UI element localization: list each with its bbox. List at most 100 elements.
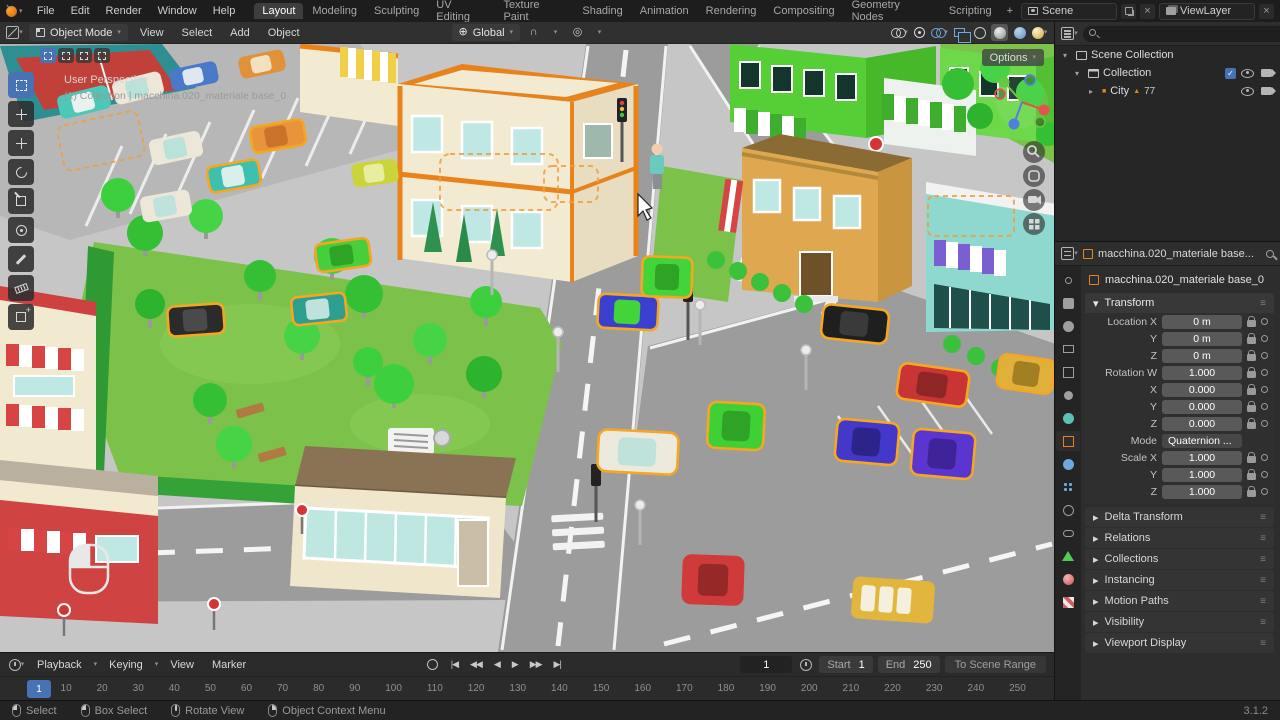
menu-tl-view[interactable]: View (164, 659, 200, 671)
lock-icon[interactable] (1247, 366, 1256, 378)
select-mode-invert-button[interactable] (94, 48, 110, 63)
outliner-row-city[interactable]: ■ City ▲ 77 (1055, 82, 1280, 100)
object-name-row[interactable]: macchina.020_materiale base_0 (1083, 270, 1276, 290)
jump-to-end-button[interactable]: ▶| (549, 658, 566, 671)
car-selected[interactable] (705, 400, 767, 452)
auto-keying-toggle[interactable] (426, 659, 438, 670)
scale-tool[interactable] (8, 188, 34, 214)
scene-selector[interactable]: Scene (1021, 2, 1117, 20)
keyframe-dot[interactable] (1261, 454, 1268, 461)
tab-viewlayer[interactable] (1056, 362, 1080, 382)
scene-copy-button[interactable] (1121, 3, 1136, 19)
select-box-tool[interactable] (8, 72, 34, 98)
disclosure-icon[interactable] (1063, 51, 1072, 60)
shading-rendered-button[interactable]: ▾ (1031, 24, 1048, 41)
move-tool[interactable] (8, 130, 34, 156)
value-field[interactable]: 0.000 (1162, 416, 1242, 431)
tab-search[interactable] (1056, 270, 1080, 290)
eye-icon[interactable] (1241, 86, 1254, 96)
shading-material-button[interactable] (1011, 24, 1028, 41)
keyframe-dot[interactable] (1261, 488, 1268, 495)
tab-modeling[interactable]: Modeling (304, 3, 365, 19)
tab-particles[interactable] (1056, 477, 1080, 497)
car-selected[interactable] (313, 236, 373, 274)
rotate-tool[interactable] (8, 159, 34, 185)
playback-sync-button[interactable] (797, 656, 814, 673)
building-bottom-left-red[interactable] (0, 460, 158, 624)
transform-panel-header[interactable]: Transform ≡ (1085, 293, 1274, 313)
zoom-button[interactable] (1023, 141, 1045, 163)
show-gizmo-toggle[interactable] (911, 24, 928, 41)
viewlayer-delete-button[interactable]: × (1259, 3, 1274, 19)
pin-icon[interactable] (1266, 249, 1274, 258)
car-selected[interactable] (640, 255, 694, 299)
tab-scripting[interactable]: Scripting (941, 3, 1000, 19)
lock-icon[interactable] (1247, 349, 1256, 361)
camera-view-button[interactable] (1023, 189, 1045, 211)
value-field[interactable]: 1.000 (1162, 467, 1242, 482)
perspective-toggle-button[interactable] (1023, 213, 1045, 235)
outliner-search-input[interactable] (1083, 25, 1280, 42)
car-selected[interactable] (289, 291, 349, 327)
value-field[interactable]: 0 m (1162, 331, 1242, 346)
keyframe-dot[interactable] (1261, 318, 1268, 325)
cursor-tool[interactable] (8, 101, 34, 127)
lock-icon[interactable] (1247, 468, 1256, 480)
options-dropdown[interactable]: Options ▾ (981, 49, 1044, 66)
xray-toggle[interactable] (951, 24, 971, 43)
value-field[interactable]: 0.000 (1162, 399, 1242, 414)
lock-icon[interactable] (1247, 451, 1256, 463)
snap-toggle[interactable]: ∩ (525, 24, 542, 41)
camera-render-icon[interactable] (1261, 69, 1276, 77)
properties-section-row[interactable]: Motion Paths ≡ (1085, 591, 1274, 611)
camera-render-icon[interactable] (1261, 87, 1276, 95)
frame-end-field[interactable]: End 250 (877, 656, 940, 673)
measure-tool[interactable] (8, 275, 34, 301)
lock-icon[interactable] (1247, 315, 1256, 327)
car[interactable] (681, 554, 745, 606)
tab-material[interactable] (1056, 569, 1080, 589)
menu-marker[interactable]: Marker (206, 659, 252, 671)
playhead[interactable]: 1 (27, 680, 51, 698)
tab-world[interactable] (1056, 408, 1080, 428)
scene-delete-button[interactable]: × (1140, 3, 1155, 19)
building-tan[interactable] (718, 134, 912, 302)
tab-modifiers[interactable] (1056, 454, 1080, 474)
properties-section-row[interactable]: Relations ≡ (1085, 528, 1274, 548)
shading-wireframe-button[interactable] (971, 24, 988, 41)
car-selected[interactable] (995, 353, 1054, 395)
car-selected[interactable] (819, 303, 891, 345)
add-cube-tool[interactable] (8, 304, 34, 330)
play-button[interactable]: ▶ (507, 658, 523, 671)
annotate-tool[interactable] (8, 246, 34, 272)
play-reverse-button[interactable]: ◀ (489, 658, 505, 671)
properties-section-row[interactable]: Collections ≡ (1085, 549, 1274, 569)
transform-tool[interactable] (8, 217, 34, 243)
menu-file[interactable]: File (30, 5, 62, 17)
pan-hand-button[interactable] (1023, 165, 1045, 187)
lock-icon[interactable] (1247, 383, 1256, 395)
outliner-row-scene-collection[interactable]: Scene Collection (1055, 46, 1280, 64)
properties-section-row[interactable]: Delta Transform ≡ (1085, 507, 1274, 527)
select-mode-extend-button[interactable] (58, 48, 74, 63)
lock-icon[interactable] (1247, 332, 1256, 344)
lock-icon[interactable] (1247, 417, 1256, 429)
properties-section-row[interactable]: Viewport Display ≡ (1085, 633, 1274, 653)
viewlayer-selector[interactable]: ViewLayer (1159, 2, 1255, 20)
timeline-editor-type-button[interactable]: ▾ (8, 656, 25, 673)
tab-rendering[interactable]: Rendering (698, 3, 765, 19)
eye-icon[interactable] (1241, 68, 1254, 78)
keyframe-dot[interactable] (1261, 471, 1268, 478)
panel-grip-icon[interactable]: ≡ (1260, 298, 1266, 309)
add-workspace-button[interactable]: + (1001, 5, 1019, 17)
tab-texture[interactable] (1056, 592, 1080, 612)
outliner-editor-type-button[interactable]: ▾ (1061, 25, 1078, 42)
show-overlays-toggle[interactable]: ▾ (931, 24, 948, 41)
select-mode-subtract-button[interactable] (76, 48, 92, 63)
menu-keying[interactable]: Keying (103, 659, 149, 671)
lock-icon[interactable] (1247, 485, 1256, 497)
value-field[interactable]: 0 m (1162, 314, 1242, 329)
keyframe-dot[interactable] (1261, 335, 1268, 342)
tab-compositing[interactable]: Compositing (765, 3, 842, 19)
transform-orientation-dropdown[interactable]: ⊕ Global ▾ (451, 24, 521, 41)
